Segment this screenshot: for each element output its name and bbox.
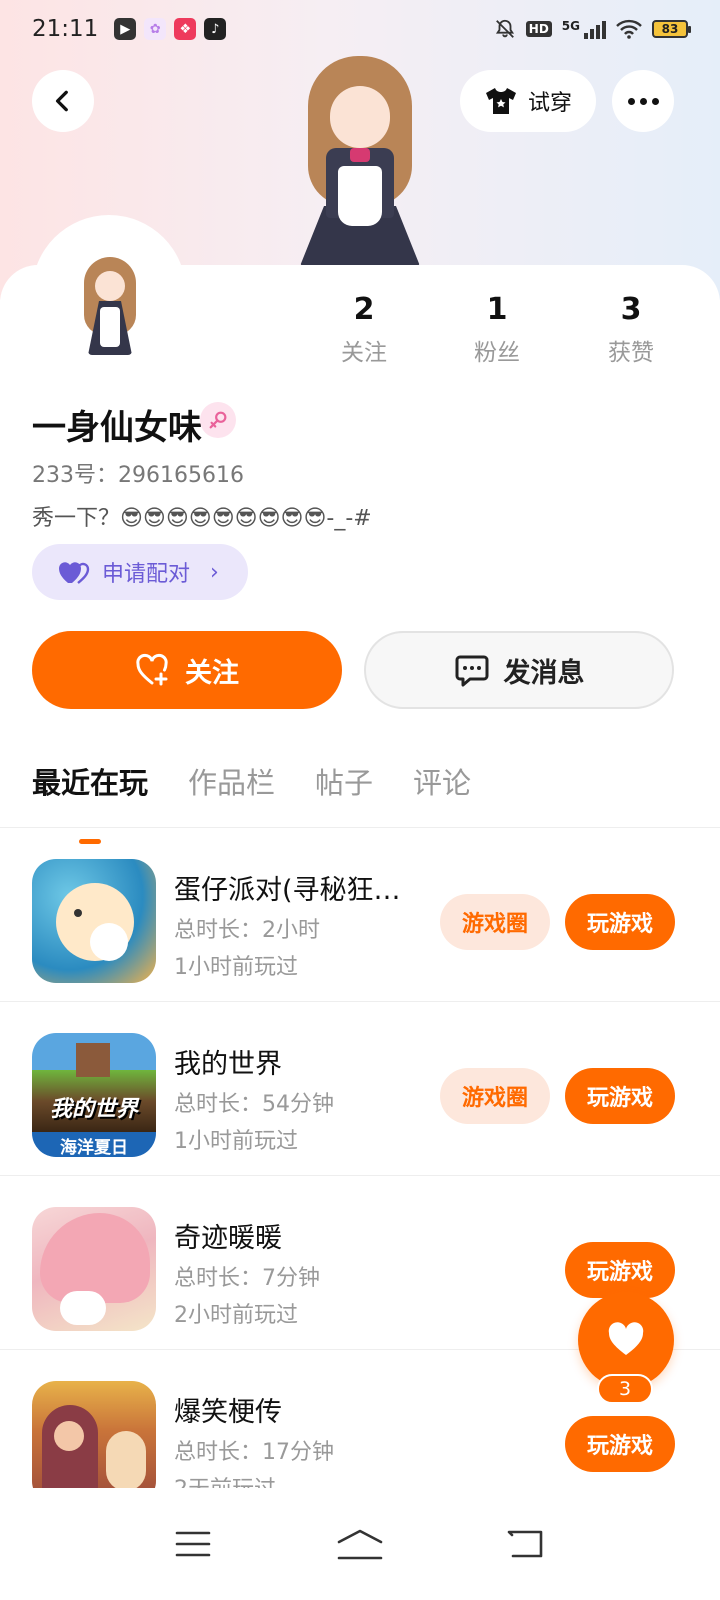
chat-bubble-icon xyxy=(455,655,488,687)
menu-nav-button[interactable] xyxy=(163,1519,223,1569)
status-bar: 21:11 ▶ ✿ ❖ ♪ HD 5G 83 xyxy=(0,0,720,58)
network-type: 5G xyxy=(561,19,580,33)
tshirt-icon xyxy=(485,88,516,114)
game-name: 我的世界 xyxy=(174,1049,282,1080)
game-name: 爆笑梗传 xyxy=(174,1397,282,1428)
stat-label: 关注 xyxy=(341,340,387,366)
signal-icon: 5G xyxy=(562,19,606,39)
hd-indicator: HD xyxy=(525,21,552,37)
stat-value: 1 xyxy=(486,292,508,327)
tab-posts[interactable]: 帖子 xyxy=(315,760,373,802)
menu-icon xyxy=(176,1531,211,1557)
stat-likes[interactable]: 3 获赞 xyxy=(581,292,681,367)
tab-works[interactable]: 作品栏 xyxy=(188,760,275,802)
double-heart-icon xyxy=(59,562,90,584)
game-circle-button[interactable]: 游戏圈 xyxy=(440,894,550,950)
game-icon[interactable] xyxy=(32,1381,156,1505)
try-on-label: 试穿 xyxy=(527,91,572,116)
heart-icon xyxy=(608,1322,644,1355)
game-name: 奇迹暖暖 xyxy=(174,1223,282,1254)
send-message-label: 发消息 xyxy=(503,657,585,689)
game-row[interactable]: 我的世界 海洋夏日 我的世界 总时长：54分钟 1小时前玩过 游戏圈 玩游戏 xyxy=(0,1002,720,1176)
profile-tabs: 最近在玩 作品栏 帖子 评论 xyxy=(32,760,471,844)
tiktok-app-icon: ♪ xyxy=(204,18,227,40)
back-nav-button[interactable] xyxy=(497,1519,557,1569)
profile-nickname: 一身仙女味 xyxy=(32,408,202,448)
play-game-button[interactable]: 玩游戏 xyxy=(565,894,675,950)
more-options-button[interactable] xyxy=(612,70,674,132)
request-pair-button[interactable]: 申请配对 › xyxy=(32,544,248,600)
profile-bio: 秀一下？😎😎😎😎😎😎😎😎😎-_-# xyxy=(32,506,372,531)
more-dot xyxy=(627,97,635,105)
stat-value: 3 xyxy=(620,292,642,327)
battery-icon: 83 xyxy=(652,20,691,38)
mute-notification-icon xyxy=(495,19,514,38)
game-circle-button[interactable]: 游戏圈 xyxy=(440,1068,550,1124)
profile-stats: 2 关注 1 粉丝 3 获赞 xyxy=(0,292,720,372)
play-game-button[interactable]: 玩游戏 xyxy=(565,1242,675,1298)
game-icon-subtitle: 海洋夏日 xyxy=(60,1138,128,1157)
send-message-button[interactable]: 发消息 xyxy=(364,631,674,709)
back-arrow-icon xyxy=(507,1530,542,1558)
more-dot xyxy=(639,97,647,105)
play-game-button[interactable]: 玩游戏 xyxy=(565,1416,675,1472)
game-icon[interactable] xyxy=(32,1207,156,1331)
game-icon-title: 我的世界 xyxy=(49,1097,138,1122)
home-icon xyxy=(337,1529,383,1560)
game-icon[interactable]: 我的世界 海洋夏日 xyxy=(32,1033,156,1157)
wifi-icon xyxy=(616,19,642,39)
play-game-button[interactable]: 玩游戏 xyxy=(565,1068,675,1124)
stat-following[interactable]: 2 关注 xyxy=(314,292,414,367)
game-icon[interactable] xyxy=(32,859,156,983)
stat-followers[interactable]: 1 粉丝 xyxy=(447,292,547,367)
stat-label: 获赞 xyxy=(608,340,654,366)
game-duration: 总时长：17分钟 xyxy=(174,1440,334,1465)
game-last-played: 2小时前玩过 xyxy=(174,1303,298,1328)
game-row[interactable]: 蛋仔派对(寻秘狂欢... 总时长：2小时 1小时前玩过 游戏圈 玩游戏 xyxy=(0,828,720,1002)
store-app-icon: ❖ xyxy=(174,18,197,40)
account-id: 233号：296165616 xyxy=(32,463,244,488)
stat-label: 粉丝 xyxy=(474,340,520,366)
more-dot xyxy=(651,97,659,105)
tab-comments[interactable]: 评论 xyxy=(413,760,471,802)
game-duration: 总时长：54分钟 xyxy=(174,1092,334,1117)
request-pair-label: 申请配对 xyxy=(102,562,191,587)
heart-plus-icon xyxy=(136,653,168,686)
follow-label: 关注 xyxy=(185,657,239,689)
recent-games-list: 蛋仔派对(寻秘狂欢... 总时长：2小时 1小时前玩过 游戏圈 玩游戏 我的世界… xyxy=(0,828,720,1524)
chevron-left-icon xyxy=(55,90,68,112)
back-button[interactable] xyxy=(32,70,94,132)
try-on-button[interactable]: 试穿 xyxy=(460,70,596,132)
game-duration: 总时长：7分钟 xyxy=(174,1266,320,1291)
game-last-played: 1小时前玩过 xyxy=(174,1129,298,1154)
home-nav-button[interactable] xyxy=(330,1519,390,1569)
like-count-badge: 3 xyxy=(597,1374,653,1404)
system-navigation-bar xyxy=(0,1488,720,1600)
game-last-played: 1小时前玩过 xyxy=(174,955,298,980)
chevron-right-icon: › xyxy=(210,559,219,585)
status-time: 21:11 xyxy=(32,16,99,42)
tab-recently-played[interactable]: 最近在玩 xyxy=(32,760,148,844)
game-name: 蛋仔派对(寻秘狂欢... xyxy=(174,875,424,906)
female-gender-icon xyxy=(200,402,236,438)
stat-value: 2 xyxy=(353,292,375,327)
video-app-icon: ▶ xyxy=(114,18,137,40)
follow-button[interactable]: 关注 xyxy=(32,631,342,709)
character-avatar-illustration xyxy=(290,56,430,266)
flower-app-icon: ✿ xyxy=(144,18,167,40)
game-duration: 总时长：2小时 xyxy=(174,918,320,943)
